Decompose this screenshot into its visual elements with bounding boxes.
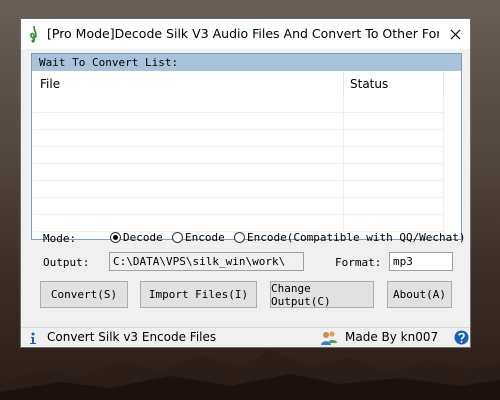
help-icon[interactable] bbox=[454, 330, 469, 345]
radio-label: Decode bbox=[123, 231, 163, 244]
import-files-button[interactable]: Import Files(I) bbox=[140, 281, 257, 308]
format-label: Format: bbox=[335, 256, 382, 269]
music-note-icon bbox=[30, 25, 37, 43]
mode-radio-encode-compatible[interactable]: Encode(Compatible with QQ/Wechat) bbox=[234, 231, 466, 244]
info-icon bbox=[30, 332, 36, 344]
grid-line bbox=[33, 163, 444, 164]
list-caption: Wait To Convert List: bbox=[32, 54, 461, 71]
column-header-file[interactable]: File bbox=[33, 72, 344, 96]
radio-circle bbox=[234, 232, 245, 243]
convert-button[interactable]: Convert(S) bbox=[40, 281, 128, 308]
output-path-field[interactable]: C:\DATA\VPS\silk_win\work\ bbox=[109, 252, 304, 271]
radio-label: Encode(Compatible with QQ/Wechat) bbox=[247, 231, 466, 244]
list-header: File Status bbox=[33, 72, 460, 96]
grid-line bbox=[443, 96, 444, 239]
column-header-status[interactable]: Status bbox=[344, 72, 444, 96]
app-window: [Pro Mode]Decode Silk V3 Audio Files And… bbox=[20, 18, 471, 348]
grid-line bbox=[33, 180, 444, 181]
radio-circle bbox=[172, 232, 183, 243]
about-button[interactable]: About(A) bbox=[387, 281, 452, 308]
grid-line bbox=[343, 96, 344, 239]
file-list[interactable] bbox=[33, 96, 460, 239]
mode-radio-decode[interactable]: Decode bbox=[110, 231, 163, 244]
grid-line bbox=[33, 214, 444, 215]
close-button[interactable] bbox=[441, 19, 470, 49]
grid-line bbox=[33, 197, 444, 198]
author-credit: Made By kn007 bbox=[345, 330, 439, 344]
users-icon bbox=[321, 331, 337, 345]
title-bar: [Pro Mode]Decode Silk V3 Audio Files And… bbox=[21, 19, 470, 49]
radio-selected-dot bbox=[113, 235, 118, 240]
output-label: Output: bbox=[43, 256, 90, 269]
close-icon bbox=[450, 29, 461, 39]
radio-label: Encode bbox=[185, 231, 225, 244]
convert-list-panel: Wait To Convert List: File Status bbox=[31, 53, 462, 240]
change-output-button[interactable]: Change Output(C) bbox=[270, 281, 374, 308]
status-bar: Convert Silk v3 Encode Files Made By kn0… bbox=[21, 327, 470, 347]
mode-radio-encode[interactable]: Encode bbox=[172, 231, 225, 244]
mode-label: Mode: bbox=[43, 232, 77, 245]
grid-line bbox=[33, 146, 444, 147]
format-field[interactable]: mp3 bbox=[389, 252, 453, 271]
radio-circle bbox=[110, 232, 121, 243]
grid-line bbox=[33, 129, 444, 130]
window-title: [Pro Mode]Decode Silk V3 Audio Files And… bbox=[47, 26, 439, 41]
status-message: Convert Silk v3 Encode Files bbox=[47, 330, 217, 344]
grid-line bbox=[33, 112, 444, 113]
